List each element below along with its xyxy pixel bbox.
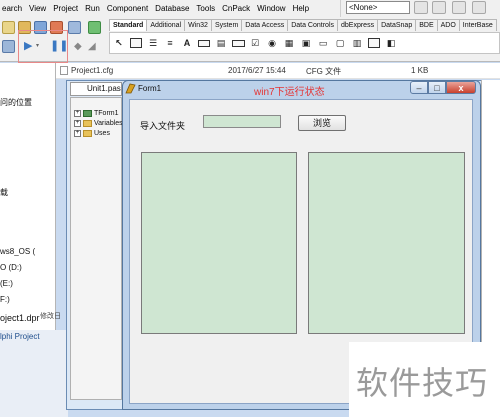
- tab-system[interactable]: System: [210, 19, 243, 31]
- menu-window[interactable]: Window: [257, 4, 285, 13]
- tab-data-controls[interactable]: Data Controls: [287, 19, 338, 31]
- browse-button[interactable]: 浏览: [298, 115, 346, 131]
- import-folder-label: 导入文件夹: [140, 121, 186, 131]
- trace-into-icon[interactable]: ◢: [88, 41, 96, 52]
- nav-item-recent[interactable]: 问的位置: [0, 97, 32, 108]
- menu-run[interactable]: Run: [85, 4, 100, 13]
- scrollbar-icon[interactable]: ▭: [316, 36, 330, 50]
- file-date: 2017/6/27 15:44: [228, 66, 286, 75]
- main-menu-icon[interactable]: ☰: [146, 36, 160, 50]
- checkbox-icon[interactable]: ☑: [248, 36, 262, 50]
- details-pane: lphi Project: [0, 330, 68, 417]
- menu-help[interactable]: Help: [293, 4, 309, 13]
- code-editor-edge: [481, 80, 500, 342]
- target-select[interactable]: <None>: [346, 1, 410, 14]
- project-file-type: lphi Project: [0, 332, 40, 341]
- tab-interbase[interactable]: InterBase: [458, 19, 497, 31]
- actionlist-icon[interactable]: ◧: [384, 36, 398, 50]
- run-dropdown-icon[interactable]: ▾: [36, 42, 39, 49]
- menu-tools[interactable]: Tools: [196, 4, 215, 13]
- palette-tab-strip: Standard Additional Win32 System Data Ac…: [109, 19, 500, 31]
- groupbox-icon[interactable]: ▢: [333, 36, 347, 50]
- tab-additional[interactable]: Additional: [146, 19, 186, 31]
- unit-editor-tab[interactable]: Unit1.pas: [70, 82, 122, 96]
- listbox-icon[interactable]: ▦: [282, 36, 296, 50]
- code-explorer-tree: + TForm1 + Variables/Constants + Uses: [70, 97, 156, 400]
- expand-icon[interactable]: +: [74, 120, 81, 127]
- menu-cnpack[interactable]: CnPack: [222, 4, 250, 13]
- form1-title: Form1: [138, 84, 162, 93]
- project-file-name[interactable]: oject1.dpr: [0, 313, 40, 323]
- modified-label: 修改日: [40, 313, 61, 320]
- nav-item-download[interactable]: 载: [0, 187, 8, 198]
- file-size: 1 KB: [411, 66, 429, 75]
- folder-icon: [83, 120, 92, 127]
- tab-ado[interactable]: ADO: [436, 19, 460, 31]
- file-type: CFG 文件: [306, 67, 342, 76]
- nav-item-drive-f[interactable]: F:): [0, 295, 10, 304]
- right-memo[interactable]: [308, 152, 465, 334]
- memo-icon[interactable]: ▤: [214, 36, 228, 50]
- target-dropdown-button[interactable]: [414, 1, 428, 14]
- radiogroup-icon[interactable]: ▥: [350, 36, 364, 50]
- close-button[interactable]: x: [446, 81, 476, 94]
- class-icon: [83, 110, 92, 117]
- radio-button-icon[interactable]: ◉: [265, 36, 279, 50]
- left-memo[interactable]: [141, 152, 297, 334]
- folder-icon: [83, 130, 92, 137]
- win7-run-note: win7下运行状态: [254, 87, 325, 98]
- refresh-icon[interactable]: [452, 1, 466, 14]
- gear-icon[interactable]: [432, 1, 446, 14]
- expand-icon[interactable]: +: [74, 110, 81, 117]
- watermark-text: 软件技巧: [356, 364, 489, 402]
- tab-win32[interactable]: Win32: [184, 19, 212, 31]
- panel-icon[interactable]: [367, 36, 381, 50]
- pointer-tool-icon[interactable]: ↖: [112, 36, 126, 50]
- component-palette-row: ↖ ☰ ≡ A ▤ ☑ ◉ ▦ ▣ ▭ ▢ ▥ ◧: [109, 32, 500, 54]
- menu-component[interactable]: Component: [107, 4, 148, 13]
- nav-item-drive-c[interactable]: ws8_OS (: [0, 247, 35, 256]
- label-icon[interactable]: A: [180, 36, 194, 50]
- tree-item-tform1[interactable]: + TForm1: [74, 110, 119, 117]
- ide-menu-bar: earch View Project Run Component Databas…: [0, 0, 340, 17]
- explorer-nav-pane: 问的位置 载 ws8_OS ( O (D:) (E:) F:) oject1.d…: [0, 63, 56, 330]
- expand-icon[interactable]: +: [74, 130, 81, 137]
- tab-data-access[interactable]: Data Access: [241, 19, 289, 31]
- frame-icon[interactable]: [129, 36, 143, 50]
- menu-project[interactable]: Project: [53, 4, 78, 13]
- new-file-icon[interactable]: [2, 21, 15, 34]
- delphi-app-icon: [125, 83, 136, 94]
- file-name: Project1.cfg: [71, 66, 114, 75]
- palette-icon[interactable]: [88, 21, 101, 34]
- tree-item-uses[interactable]: + Uses: [74, 130, 110, 137]
- nav-item-drive-e[interactable]: (E:): [0, 279, 13, 288]
- view-unit-icon[interactable]: [2, 40, 15, 53]
- tab-dbexpress[interactable]: dbExpress: [337, 19, 379, 31]
- tab-datasnap[interactable]: DataSnap: [377, 19, 417, 31]
- edit-icon[interactable]: [197, 36, 211, 50]
- maximize-button[interactable]: □: [428, 81, 446, 94]
- step-over-icon[interactable]: ◆: [74, 41, 82, 52]
- button-icon[interactable]: [231, 36, 245, 50]
- settings-icon[interactable]: [472, 1, 486, 14]
- open-project-icon[interactable]: [68, 21, 81, 34]
- caption-buttons: – □ x: [410, 81, 476, 95]
- explorer-file-row[interactable]: Project1.cfg 2017/6/27 15:44 CFG 文件 1 KB: [56, 63, 500, 79]
- minimize-button[interactable]: –: [410, 81, 428, 94]
- tab-standard[interactable]: Standard: [109, 19, 148, 31]
- pause-icon[interactable]: ❚❚: [50, 40, 68, 52]
- folder-path-input[interactable]: [203, 115, 281, 128]
- menu-view[interactable]: View: [29, 4, 46, 13]
- combobox-icon[interactable]: ▣: [299, 36, 313, 50]
- tab-bde[interactable]: BDE: [415, 19, 438, 31]
- popup-menu-icon[interactable]: ≡: [163, 36, 177, 50]
- run-icon[interactable]: ▶: [24, 40, 32, 52]
- menu-search[interactable]: earch: [2, 4, 22, 13]
- nav-item-drive-d[interactable]: O (D:): [0, 263, 22, 272]
- menu-database[interactable]: Database: [155, 4, 189, 13]
- file-icon: [60, 66, 68, 75]
